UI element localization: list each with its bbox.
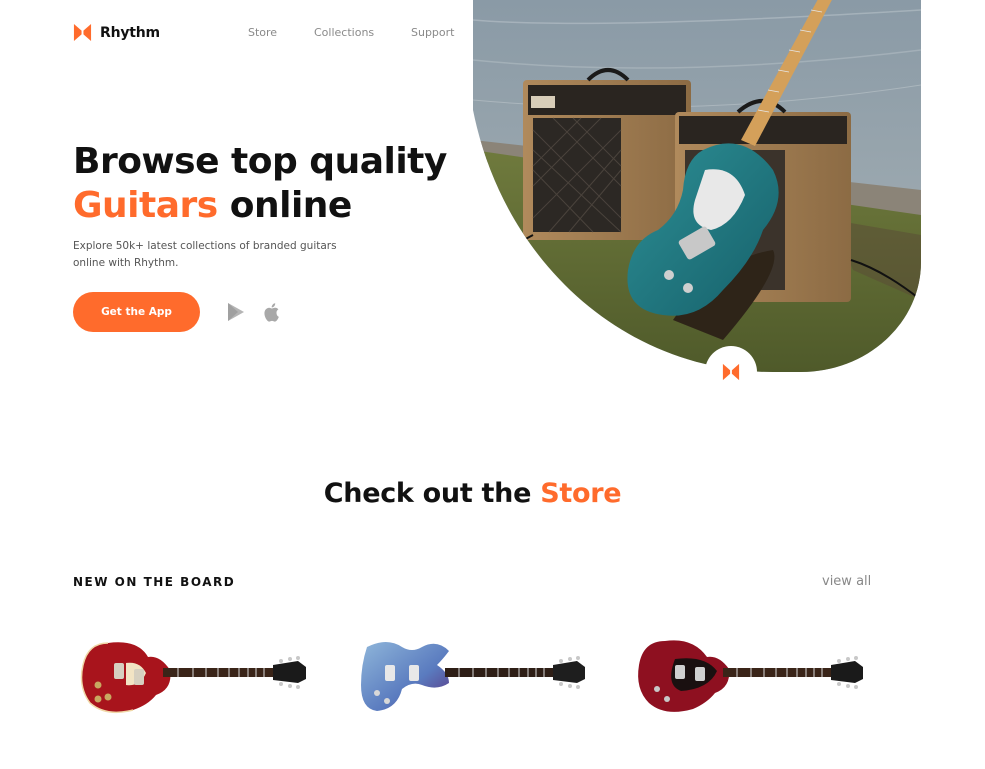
red-les-paul-guitar: [80, 642, 306, 714]
cherry-les-paul-junior-guitar: [638, 640, 863, 712]
product-card-cherry-les-paul-junior-guitar[interactable]: [635, 625, 875, 725]
brand-name: Rhythm: [100, 24, 160, 41]
hero-title-accent: Guitars: [73, 185, 218, 226]
blue-sg-guitar: [361, 642, 585, 711]
guitar-amplifiers-photo: [473, 0, 921, 372]
hero-title-line1: Browse top quality: [73, 141, 447, 182]
landing-page: Rhythm Store Collections Support Browse …: [0, 0, 985, 769]
hero-title-rest: online: [217, 185, 353, 226]
product-card-red-les-paul-guitar[interactable]: [78, 625, 318, 725]
hero-title: Browse top quality Guitars online: [73, 140, 447, 228]
nav-item-collections[interactable]: Collections: [314, 26, 374, 39]
store-title-prefix: Check out the: [323, 478, 541, 509]
view-all-link[interactable]: view all: [822, 574, 871, 589]
product-card-blue-sg-guitar[interactable]: [357, 625, 597, 725]
rhythm-badge-icon: [722, 363, 740, 381]
brand-badge: [705, 346, 757, 398]
google-play-icon[interactable]: [225, 301, 247, 323]
hero-description: Explore 50k+ latest collections of brand…: [73, 240, 337, 269]
brand-logo[interactable]: Rhythm: [73, 23, 160, 42]
store-section-title: Check out the Store: [0, 478, 945, 509]
nav-item-support[interactable]: Support: [411, 26, 454, 39]
rhythm-logo-icon: [73, 23, 92, 42]
new-on-the-board-label: NEW ON THE BOARD: [73, 575, 236, 589]
nav-item-store[interactable]: Store: [248, 26, 277, 39]
apple-icon[interactable]: [261, 301, 283, 323]
get-the-app-button[interactable]: Get the App: [73, 292, 200, 332]
store-title-accent: Store: [540, 478, 622, 509]
